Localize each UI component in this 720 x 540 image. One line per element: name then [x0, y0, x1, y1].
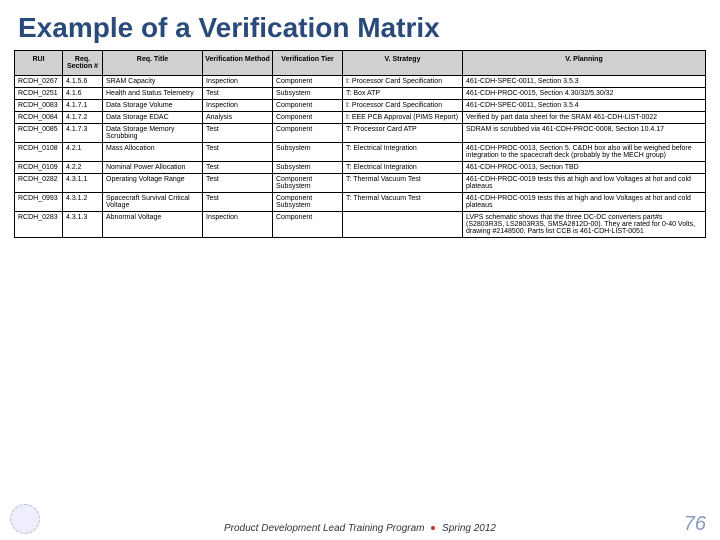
table-row: RCDH_02824.3.1.1Operating Voltage RangeT… [15, 174, 706, 193]
cell-title: Spacecraft Survival Critical Voltage [103, 193, 203, 212]
cell-rui: RCDH_0993 [15, 193, 63, 212]
cell-title: SRAM Capacity [103, 76, 203, 88]
cell-sec: 4.2.2 [63, 162, 103, 174]
cell-method: Test [203, 174, 273, 193]
cell-title: Abnormal Voltage [103, 212, 203, 238]
col-req-title: Req. Title [103, 51, 203, 76]
cell-title: Data Storage Volume [103, 100, 203, 112]
cell-sec: 4.3.1.1 [63, 174, 103, 193]
table-container: RUI Req. Section # Req. Title Verificati… [0, 50, 720, 238]
cell-rui: RCDH_0267 [15, 76, 63, 88]
cell-title: Nominal Power Allocation [103, 162, 203, 174]
cell-rui: RCDH_0282 [15, 174, 63, 193]
cell-title: Operating Voltage Range [103, 174, 203, 193]
col-method: Verification Method [203, 51, 273, 76]
cell-tier: Component [273, 124, 343, 143]
cell-method: Test [203, 162, 273, 174]
table-row: RCDH_02834.3.1.3Abnormal VoltageInspecti… [15, 212, 706, 238]
col-rui: RUI [15, 51, 63, 76]
cell-strategy: T: Box ATP [343, 88, 463, 100]
cell-planning: 461-CDH-PROC-0019 tests this at high and… [463, 193, 706, 212]
cell-rui: RCDH_0085 [15, 124, 63, 143]
cell-tier: Subsystem [273, 143, 343, 162]
table-row: RCDH_02514.1.6Health and Status Telemetr… [15, 88, 706, 100]
col-planning: V. Planning [463, 51, 706, 76]
cell-strategy: T: Processor Card ATP [343, 124, 463, 143]
cell-sec: 4.1.6 [63, 88, 103, 100]
cell-title: Data Storage EDAC [103, 112, 203, 124]
col-section: Req. Section # [63, 51, 103, 76]
cell-planning: 461-CDH-PROC-0013, Section 5. C&DH box a… [463, 143, 706, 162]
cell-planning: SDRAM is scrubbed via 461-CDH-PROC-0008,… [463, 124, 706, 143]
cell-method: Inspection [203, 76, 273, 88]
footer-program: Product Development Lead Training Progra… [224, 523, 424, 534]
cell-planning: Verified by part data sheet for the SRAM… [463, 112, 706, 124]
cell-tier: Component [273, 100, 343, 112]
cell-tier: Subsystem [273, 162, 343, 174]
cell-rui: RCDH_0251 [15, 88, 63, 100]
page-number: 76 [684, 513, 706, 536]
cell-strategy: T: Electrical Integration [343, 162, 463, 174]
cell-rui: RCDH_0109 [15, 162, 63, 174]
cell-planning: 461-CDH-PROC-0015, Section 4.30/32/5.30/… [463, 88, 706, 100]
table-row: RCDH_09934.3.1.2Spacecraft Survival Crit… [15, 193, 706, 212]
table-row: RCDH_00834.1.7.1Data Storage VolumeInspe… [15, 100, 706, 112]
cell-strategy: T: Thermal Vacuum Test [343, 193, 463, 212]
table-row: RCDH_00854.1.7.3Data Storage Memory Scru… [15, 124, 706, 143]
verification-matrix-table: RUI Req. Section # Req. Title Verificati… [14, 50, 706, 238]
bullet-icon [431, 526, 435, 530]
cell-planning: 461-CDH-SPEC-0011, Section 3.5.3 [463, 76, 706, 88]
footer-term: Spring 2012 [442, 523, 496, 534]
cell-rui: RCDH_0084 [15, 112, 63, 124]
footer: Product Development Lead Training Progra… [0, 523, 720, 534]
cell-strategy: T: Electrical Integration [343, 143, 463, 162]
table-row: RCDH_01084.2.1Mass AllocationTestSubsyst… [15, 143, 706, 162]
cell-strategy [343, 212, 463, 238]
cell-method: Inspection [203, 212, 273, 238]
table-row: RCDH_02674.1.5.6SRAM CapacityInspectionC… [15, 76, 706, 88]
cell-method: Test [203, 88, 273, 100]
cell-rui: RCDH_0108 [15, 143, 63, 162]
cell-planning: 461-CDH-PROC-0019 tests this at high and… [463, 174, 706, 193]
table-row: RCDH_00844.1.7.2Data Storage EDACAnalysi… [15, 112, 706, 124]
cell-sec: 4.1.7.1 [63, 100, 103, 112]
col-tier: Verification Tier [273, 51, 343, 76]
cell-planning: 461-CDH-PROC-0013, Section TBD [463, 162, 706, 174]
cell-method: Test [203, 193, 273, 212]
cell-method: Test [203, 143, 273, 162]
cell-tier: Component [273, 112, 343, 124]
cell-title: Mass Allocation [103, 143, 203, 162]
cell-method: Inspection [203, 100, 273, 112]
cell-rui: RCDH_0283 [15, 212, 63, 238]
cell-method: Test [203, 124, 273, 143]
cell-title: Data Storage Memory Scrubbing [103, 124, 203, 143]
cell-sec: 4.1.5.6 [63, 76, 103, 88]
cell-method: Analysis [203, 112, 273, 124]
cell-sec: 4.1.7.3 [63, 124, 103, 143]
cell-tier: Component Subsystem [273, 193, 343, 212]
cell-planning: LVPS schematic shows that the three DC-D… [463, 212, 706, 238]
cell-strategy: T: Thermal Vacuum Test [343, 174, 463, 193]
cell-tier: Component Subsystem [273, 174, 343, 193]
col-strategy: V. Strategy [343, 51, 463, 76]
cell-rui: RCDH_0083 [15, 100, 63, 112]
cell-tier: Subsystem [273, 88, 343, 100]
cell-sec: 4.1.7.2 [63, 112, 103, 124]
cell-tier: Component [273, 76, 343, 88]
cell-sec: 4.3.1.3 [63, 212, 103, 238]
cell-title: Health and Status Telemetry [103, 88, 203, 100]
slide-title: Example of a Verification Matrix [0, 0, 720, 50]
cell-sec: 4.3.1.2 [63, 193, 103, 212]
table-row: RCDH_01094.2.2Nominal Power AllocationTe… [15, 162, 706, 174]
cell-strategy: I: Processor Card Specification [343, 100, 463, 112]
cell-tier: Component [273, 212, 343, 238]
cell-planning: 461-CDH-SPEC-0011, Section 3.5.4 [463, 100, 706, 112]
cell-strategy: I: Processor Card Specification [343, 76, 463, 88]
cell-strategy: I: EEE PCB Approval (PIMS Report) [343, 112, 463, 124]
table-header-row: RUI Req. Section # Req. Title Verificati… [15, 51, 706, 76]
cell-sec: 4.2.1 [63, 143, 103, 162]
